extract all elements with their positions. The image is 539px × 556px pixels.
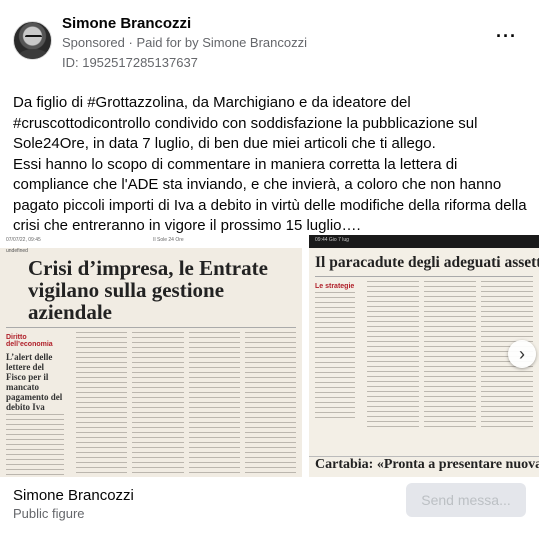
clipping-topbar: 09:44 Gio 7 lug	[309, 235, 539, 248]
clipping-headline: Il paracadute degli adeguati assetti	[315, 254, 539, 271]
carousel-card-1[interactable]: 07/07/22, 09:45 Il Sole 24 Ore undefined…	[0, 235, 302, 477]
carousel-card-2[interactable]: 09:44 Gio 7 lug Il paracadute degli adeg…	[309, 235, 539, 477]
clipping-sidebar: Le strategie	[309, 281, 361, 431]
clipping-headline: Crisi d’impresa, le Entrate vigilano sul…	[28, 256, 268, 324]
clipping-section: Le strategie	[315, 283, 355, 290]
clipping-source: Il Sole 24 Ore	[153, 237, 184, 243]
profile-avatar[interactable]	[13, 21, 52, 60]
clipping-rule	[315, 276, 533, 277]
clipping-body: Le strategie	[309, 281, 539, 431]
clipping-topbar: 07/07/22, 09:45 Il Sole 24 Ore	[0, 235, 302, 248]
sponsored-label[interactable]: Sponsored	[62, 35, 125, 50]
post-body: Da figlio di #Grottazzolina, da Marchigi…	[13, 93, 531, 237]
send-message-button[interactable]: Send messa...	[406, 483, 526, 517]
clipping-body: Diritto dell’economia L’alert delle lett…	[0, 332, 302, 477]
carousel-next-icon[interactable]: ›	[508, 340, 536, 368]
more-options-icon[interactable]: ···	[496, 26, 517, 47]
post-paragraph-2: Essi hanno lo scopo di commentare in man…	[13, 155, 527, 235]
clipping-date: 07/07/22, 09:45	[6, 237, 41, 243]
clipping-sidebar: Diritto dell’economia L’alert delle lett…	[0, 332, 70, 477]
post-meta: Sponsored · Paid for by Simone Brancozzi	[62, 35, 307, 50]
avatar-glasses	[25, 35, 42, 42]
clipping-columns	[70, 332, 302, 477]
avatar-shoulders	[18, 49, 49, 59]
post-paragraph-1: Da figlio di #Grottazzolina, da Marchigi…	[13, 94, 478, 152]
clipping-rule	[6, 327, 296, 328]
footer-page-category: Public figure	[13, 506, 85, 521]
clipping-date: 09:44 Gio 7 lug	[315, 237, 349, 243]
clipping-section: Diritto dell’economia	[6, 334, 53, 348]
footer-page-name[interactable]: Simone Brancozzi	[13, 487, 134, 504]
clipping-banner: Cartabia: «Pronta a presentare nuova ba	[309, 456, 539, 473]
clipping-subtitle: L’alert delle lettere del Fisco per il m…	[6, 352, 63, 412]
author-name[interactable]: Simone Brancozzi	[62, 15, 191, 32]
paid-for-label: Paid for by Simone Brancozzi	[136, 35, 307, 50]
image-carousel[interactable]: 07/07/22, 09:45 Il Sole 24 Ore undefined…	[0, 235, 539, 477]
ad-id: ID: 1952517285137637	[62, 55, 198, 70]
